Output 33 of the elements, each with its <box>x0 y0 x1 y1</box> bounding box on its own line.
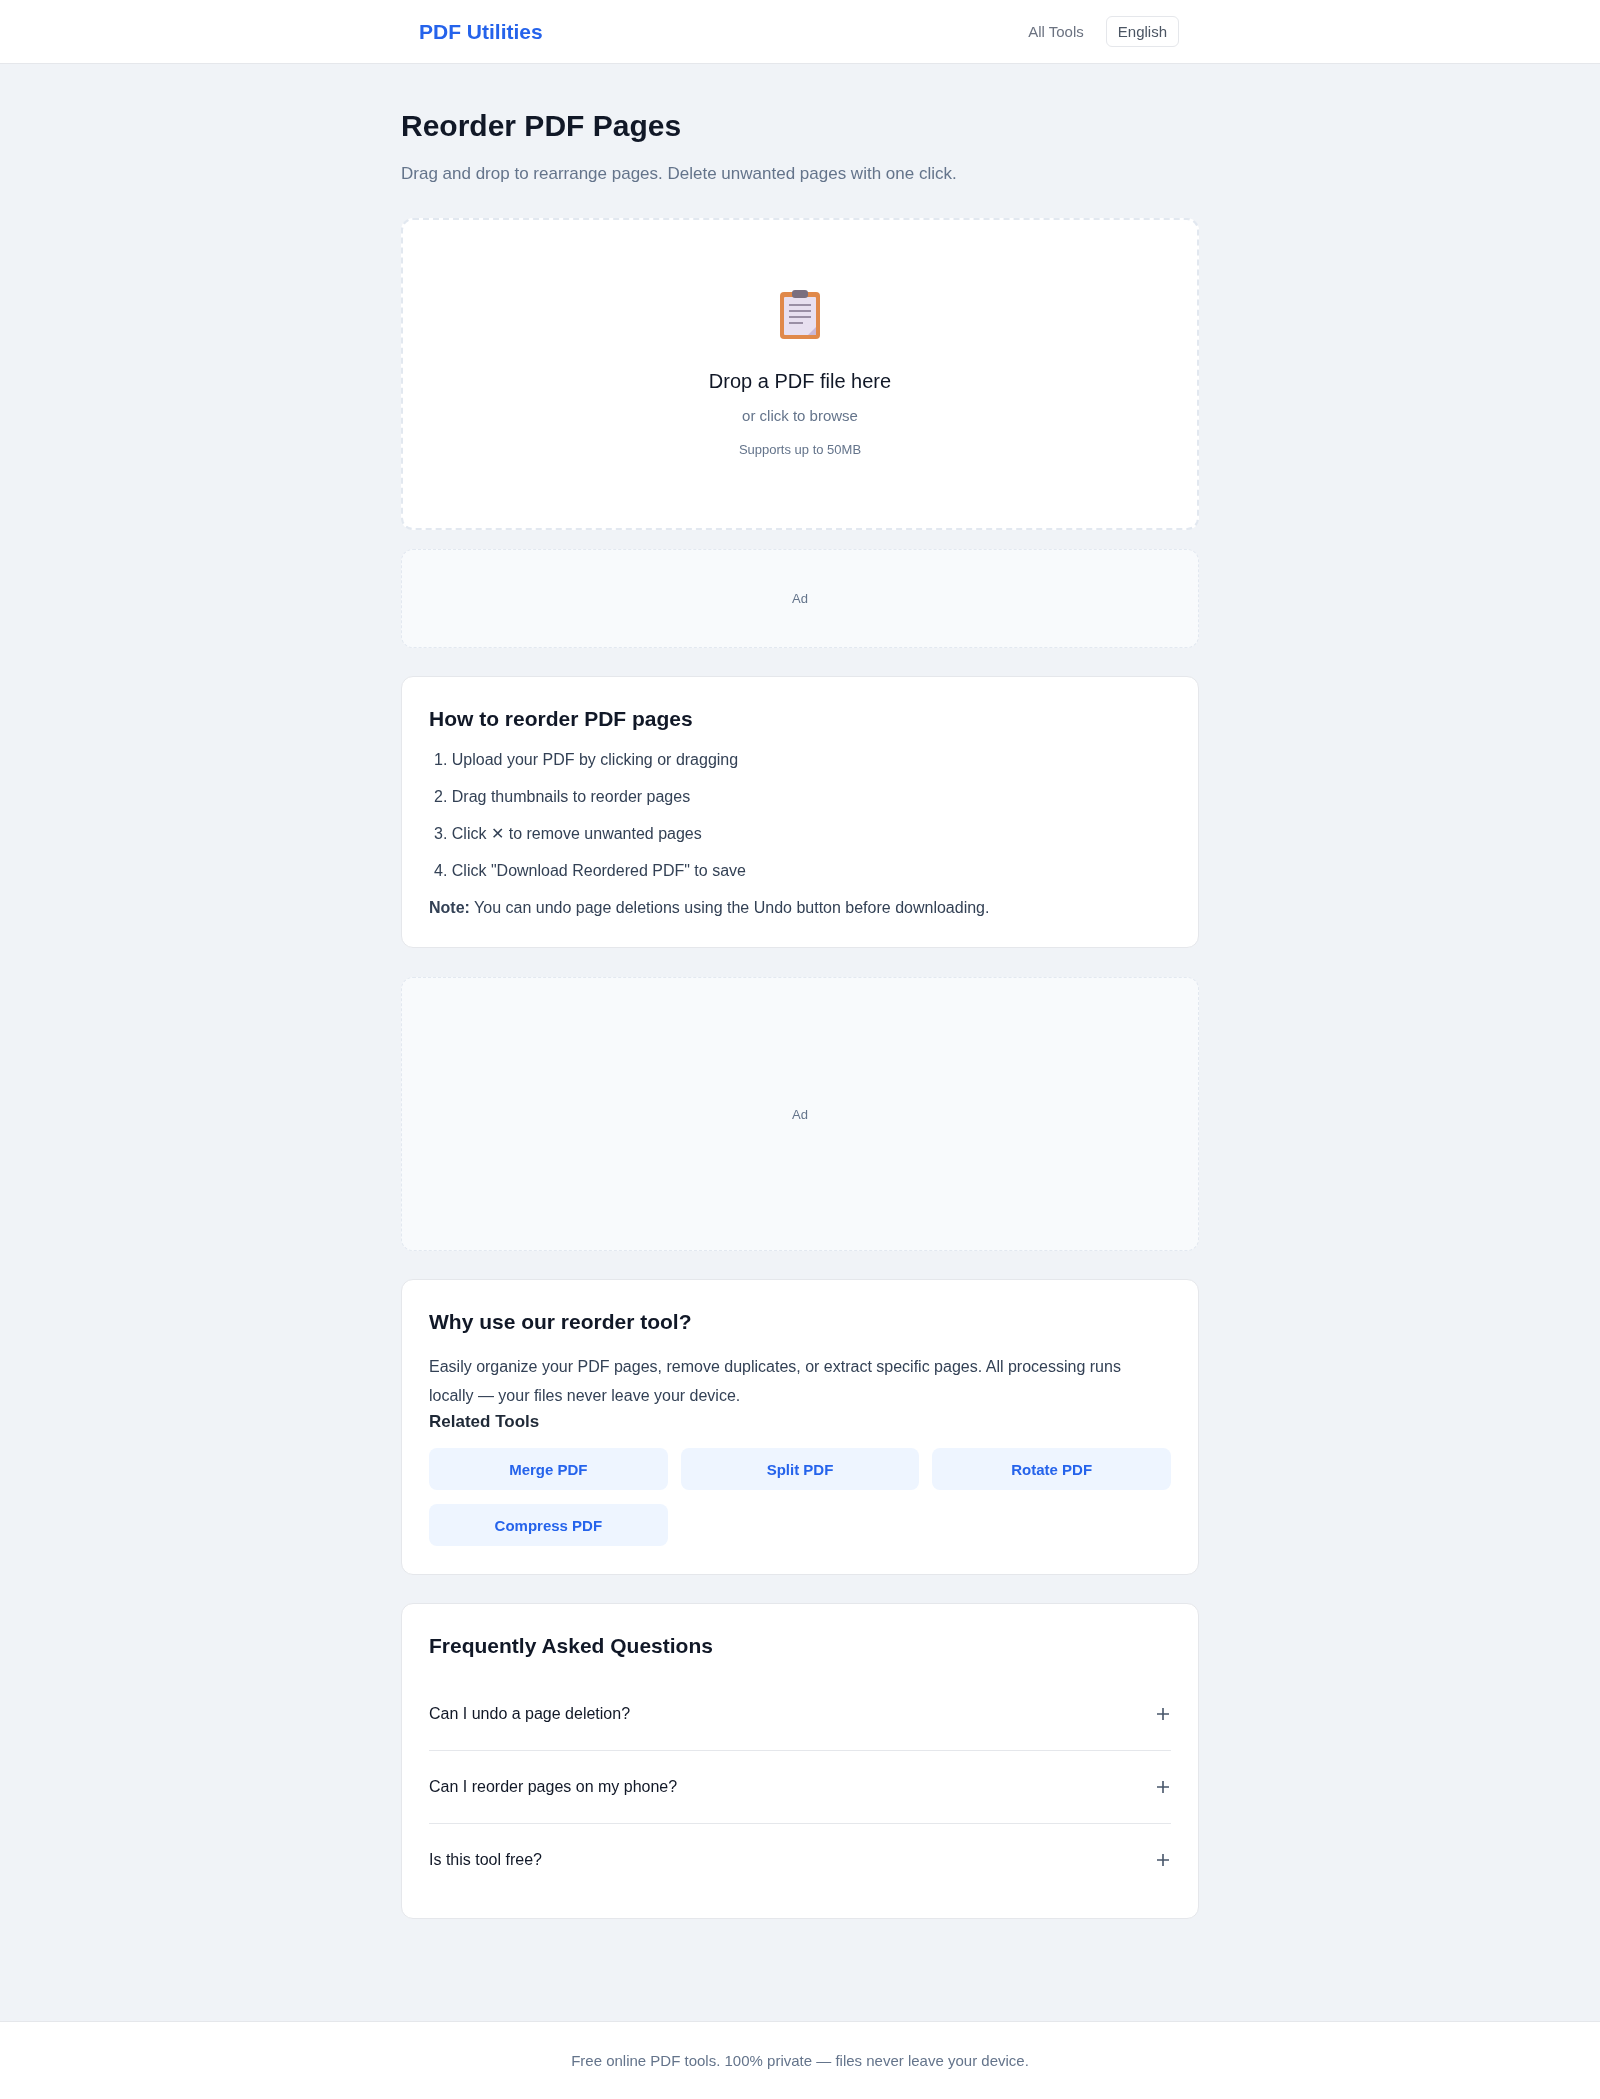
footer-text: Free online PDF tools. 100% private — files never leave your device. <box>571 2052 1029 2069</box>
step-item: 2. Drag thumbnails to reorder pages <box>434 787 692 807</box>
drop-title: Drop a PDF file here <box>708 370 892 393</box>
drop-zone[interactable]: Drop a PDF file here or click to browse Supports up to 50MB <box>401 218 1199 530</box>
note-text: Note: You can undo page deletions using the Undo button before downloading. <box>429 898 991 918</box>
card-title: Frequently Asked Questions <box>429 1634 714 1658</box>
size-limit: Supports up to 50MB <box>738 442 862 457</box>
ad-label: Ad <box>792 1106 808 1122</box>
step-item: 1. Upload your PDF by clicking or dragging <box>434 750 740 770</box>
faq-question[interactable]: Can I undo a page deletion? <box>429 1705 631 1723</box>
step-item: 4. Click "Download Reordered PDF" to save <box>434 861 747 881</box>
related-tool-button[interactable]: Split PDF <box>680 1448 920 1490</box>
page-title: Reorder PDF Pages <box>401 108 683 144</box>
benefits-text: Easily organize your PDF pages, remove duplicates, or extract specific pages. All processing runs locally — your files never leave your device. <box>429 1357 1122 1406</box>
related-tool-button[interactable]: Compress PDF <box>429 1504 668 1546</box>
plus-icon[interactable] <box>1157 1708 1169 1720</box>
faq-question[interactable]: Can I reorder pages on my phone? <box>429 1778 678 1796</box>
related-title: Related Tools <box>429 1412 541 1432</box>
site-logo[interactable]: PDF Utilities <box>419 19 543 44</box>
card-title: Why use our reorder tool? <box>429 1310 693 1334</box>
all-tools-link[interactable]: All Tools <box>1028 23 1084 40</box>
plus-icon[interactable] <box>1157 1854 1169 1866</box>
plus-icon[interactable] <box>1157 1781 1169 1793</box>
step-item: 3. Click ✕ to remove unwanted pages <box>434 824 703 844</box>
card-title: How to reorder PDF pages <box>429 707 694 731</box>
related-tool-button[interactable]: Merge PDF <box>429 1448 668 1490</box>
related-tool-button[interactable]: Rotate PDF <box>932 1448 1171 1490</box>
language-button[interactable]: English <box>1105 16 1179 47</box>
clipboard-icon <box>779 288 821 340</box>
ad-label: Ad <box>792 591 808 606</box>
faq-question[interactable]: Is this tool free? <box>429 1851 542 1869</box>
page-subtitle: Drag and drop to rearrange pages. Delete unwanted pages with one click. <box>401 164 958 184</box>
browse-hint: or click to browse <box>742 407 858 424</box>
